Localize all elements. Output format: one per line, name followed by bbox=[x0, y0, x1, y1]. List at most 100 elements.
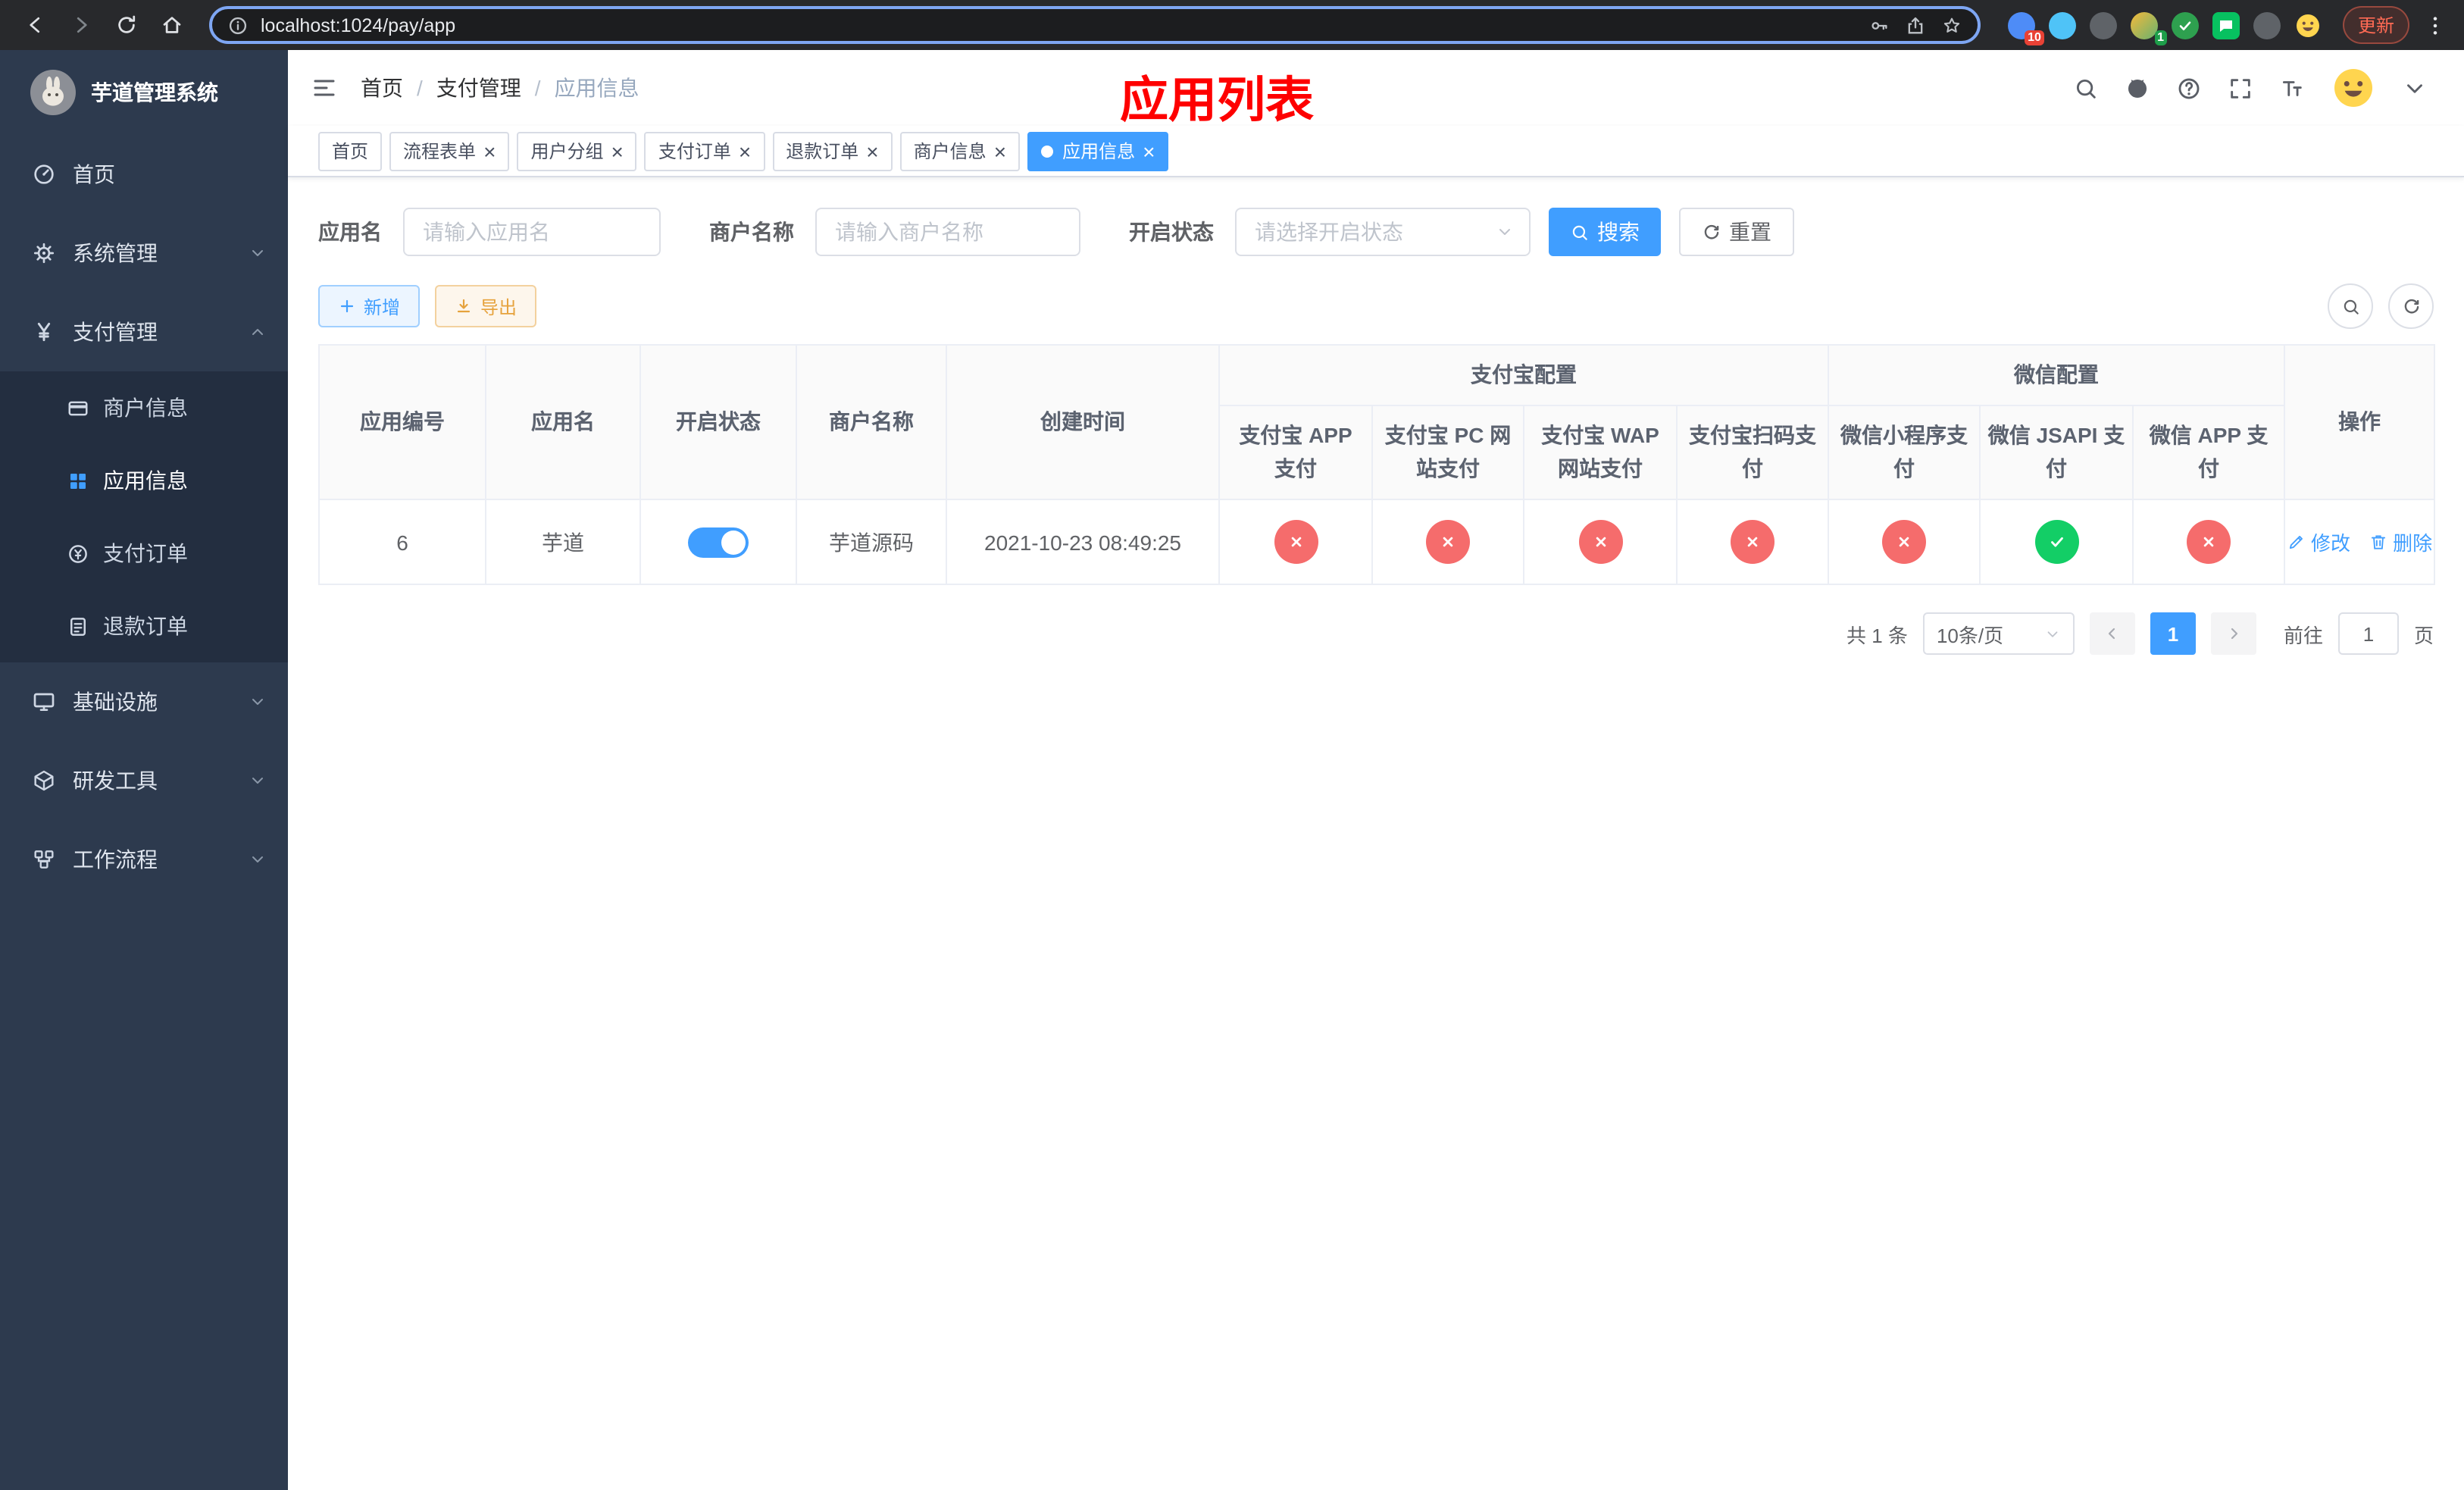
status-select[interactable]: 请选择开启状态 bbox=[1235, 208, 1531, 256]
tab-home[interactable]: 首页 bbox=[318, 131, 383, 171]
page-unit-label: 页 bbox=[2413, 624, 2434, 646]
chevron-down-icon bbox=[249, 850, 267, 869]
url-bar[interactable]: localhost:1024/pay/app bbox=[209, 6, 1981, 44]
extension-icon-chat[interactable] bbox=[2212, 11, 2240, 39]
delete-button[interactable]: 删除 bbox=[2369, 527, 2432, 556]
status-icon bbox=[1426, 520, 1470, 564]
cell-wechat-mini bbox=[1828, 499, 1981, 585]
password-key-icon[interactable] bbox=[1868, 14, 1890, 36]
share-icon[interactable] bbox=[1905, 14, 1926, 36]
sidebar-collapse-icon[interactable] bbox=[311, 74, 338, 102]
breadcrumb-home[interactable]: 首页 bbox=[361, 73, 403, 103]
tab-label: 退款订单 bbox=[786, 141, 859, 162]
chevron-down-icon bbox=[2044, 625, 2061, 642]
export-button[interactable]: 导出 bbox=[435, 285, 537, 327]
sidebar-item-dev-tools[interactable]: 研发工具 bbox=[0, 741, 288, 820]
close-icon[interactable]: × bbox=[739, 140, 751, 161]
screen: localhost:1024/pay/app 10 1 更新 芋道管理系统 首页… bbox=[0, 0, 2464, 1490]
refresh-table-button[interactable] bbox=[2388, 283, 2434, 329]
sidebar-item-workflow[interactable]: 工作流程 bbox=[0, 820, 288, 899]
next-page-button[interactable] bbox=[2210, 612, 2256, 655]
profile-avatar-icon[interactable]: 1 bbox=[2130, 11, 2167, 45]
sidebar-item-label: 应用信息 bbox=[103, 468, 188, 493]
app-title: 芋道管理系统 bbox=[91, 80, 218, 105]
tab-label: 商户信息 bbox=[913, 141, 987, 162]
browser-home-button[interactable] bbox=[152, 5, 191, 45]
breadcrumb-separator: / bbox=[534, 76, 541, 100]
search-icon[interactable] bbox=[2073, 75, 2099, 101]
current-page-button[interactable]: 1 bbox=[2150, 612, 2196, 655]
column-header: 支付宝 WAP 网站支付 bbox=[1523, 405, 1678, 500]
browser-back-button[interactable] bbox=[15, 5, 55, 45]
logo-image bbox=[30, 70, 76, 115]
sidebar-item-payment[interactable]: 支付管理 bbox=[0, 293, 288, 371]
extension-icon-2[interactable] bbox=[2048, 11, 2076, 39]
fullscreen-icon[interactable] bbox=[2228, 75, 2253, 101]
active-dot bbox=[1041, 145, 1054, 157]
help-icon[interactable] bbox=[2176, 75, 2202, 101]
sidebar-item-label: 退款订单 bbox=[103, 614, 188, 638]
site-info-icon[interactable] bbox=[227, 14, 249, 36]
close-icon[interactable]: × bbox=[611, 140, 623, 161]
tab-process-form[interactable]: 流程表单 × bbox=[389, 131, 510, 171]
extensions-puzzle-icon[interactable] bbox=[2253, 11, 2281, 39]
edit-button[interactable]: 修改 bbox=[2287, 527, 2350, 556]
extension-icon-1[interactable]: 10 bbox=[2007, 11, 2044, 45]
enabled-toggle[interactable] bbox=[688, 527, 749, 557]
breadcrumb-payment[interactable]: 支付管理 bbox=[436, 73, 521, 103]
toggle-search-button[interactable] bbox=[2328, 283, 2373, 329]
extension-icon-3[interactable] bbox=[2089, 11, 2117, 39]
cell-app-name: 芋道 bbox=[485, 499, 641, 585]
search-form: 应用名 商户名称 开启状态 请选择开启状态 搜索 重置 bbox=[318, 208, 2434, 256]
breadcrumb-current: 应用信息 bbox=[554, 76, 639, 100]
reset-button[interactable]: 重置 bbox=[1679, 208, 1794, 256]
flow-icon bbox=[32, 847, 56, 872]
browser-update-button[interactable]: 更新 bbox=[2342, 6, 2409, 44]
status-label: 开启状态 bbox=[1129, 220, 1214, 244]
close-icon[interactable]: × bbox=[866, 140, 878, 161]
column-header: 商户名称 bbox=[796, 344, 947, 500]
document-icon bbox=[67, 615, 89, 637]
avatar-caret-icon[interactable] bbox=[2402, 75, 2428, 101]
github-icon[interactable] bbox=[2125, 75, 2150, 101]
close-icon[interactable]: × bbox=[994, 140, 1006, 161]
sidebar-item-infrastructure[interactable]: 基础设施 bbox=[0, 662, 288, 741]
tab-user-group[interactable]: 用户分组 × bbox=[517, 131, 637, 171]
emoji-extension-icon[interactable] bbox=[2294, 11, 2322, 39]
tab-payment-order[interactable]: 支付订单 × bbox=[644, 131, 765, 171]
pagination: 共 1 条 10条/页 1 前往 页 bbox=[318, 612, 2434, 655]
close-icon[interactable]: × bbox=[483, 140, 496, 161]
add-button[interactable]: 新增 bbox=[318, 285, 421, 327]
browser-menu-button[interactable] bbox=[2422, 13, 2449, 37]
font-size-icon[interactable] bbox=[2279, 75, 2305, 101]
cell-actions: 修改 删除 bbox=[2284, 499, 2436, 585]
extension-icon-check[interactable] bbox=[2171, 11, 2199, 39]
tab-merchant-info[interactable]: 商户信息 × bbox=[899, 131, 1021, 171]
column-header: 微信 JSAPI 支付 bbox=[1979, 405, 2134, 500]
bookmark-star-icon[interactable] bbox=[1941, 14, 1962, 36]
app-name-input[interactable] bbox=[403, 208, 661, 256]
tab-label: 应用信息 bbox=[1062, 141, 1136, 162]
cell-alipay-qr bbox=[1676, 499, 1829, 585]
sidebar-item-payment-order[interactable]: 支付订单 bbox=[0, 517, 288, 590]
sidebar-item-app-info[interactable]: 应用信息 bbox=[0, 444, 288, 517]
merchant-name-input[interactable] bbox=[815, 208, 1080, 256]
main-area: 应用列表 首页 / 支付管理 / 应用信息 首页 流程表单 × 用户分组 × 支… bbox=[288, 50, 2464, 1490]
close-icon[interactable]: × bbox=[1143, 140, 1155, 161]
browser-forward-button[interactable] bbox=[61, 5, 100, 45]
app-logo[interactable]: 芋道管理系统 bbox=[0, 50, 288, 135]
page-size-select[interactable]: 10条/页 bbox=[1922, 612, 2075, 655]
status-icon bbox=[2187, 520, 2231, 564]
tab-refund-order[interactable]: 退款订单 × bbox=[772, 131, 893, 171]
goto-page-input[interactable] bbox=[2337, 612, 2399, 655]
sidebar-item-home[interactable]: 首页 bbox=[0, 135, 288, 214]
sidebar-item-merchant-info[interactable]: 商户信息 bbox=[0, 371, 288, 444]
user-avatar[interactable] bbox=[2331, 65, 2376, 111]
sidebar-item-system[interactable]: 系统管理 bbox=[0, 214, 288, 293]
app-name-label: 应用名 bbox=[318, 220, 382, 244]
sidebar-item-refund-order[interactable]: 退款订单 bbox=[0, 590, 288, 662]
browser-reload-button[interactable] bbox=[106, 5, 145, 45]
prev-page-button[interactable] bbox=[2089, 612, 2135, 655]
tab-app-info[interactable]: 应用信息 × bbox=[1027, 131, 1169, 171]
search-button[interactable]: 搜索 bbox=[1549, 208, 1661, 256]
